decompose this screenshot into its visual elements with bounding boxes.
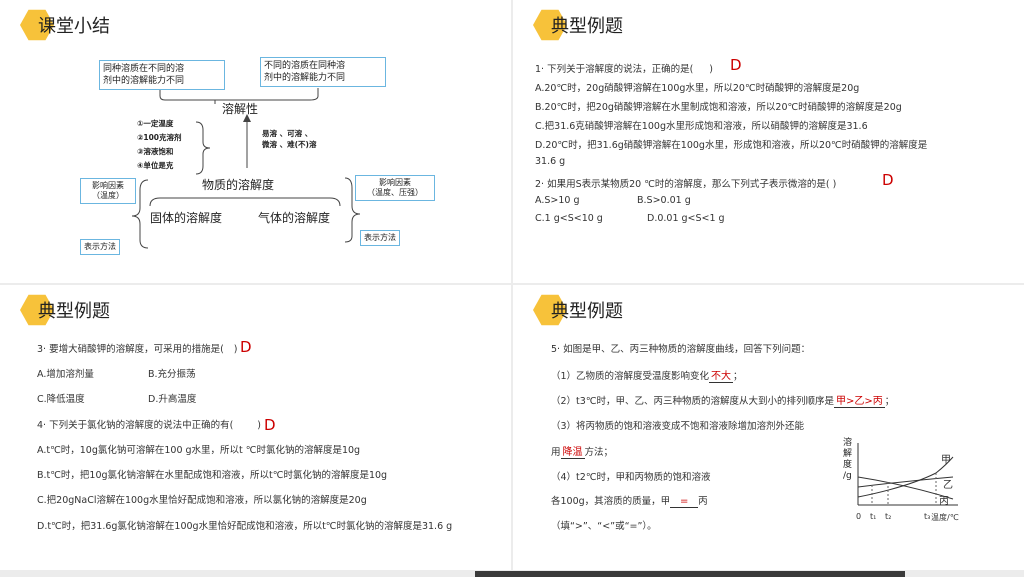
solubility-label: 溶解性 [222, 102, 259, 116]
q3-option-d: D.升高温度 [148, 394, 197, 405]
q3-option-a: A.增加溶剂量 [37, 369, 94, 380]
panel-title: 典型例题 [551, 301, 623, 322]
factor-box-gas: 影响因素 （温度、压强） [355, 175, 435, 201]
curve-label-bing: 丙 [939, 496, 949, 507]
q3-option-b: B.充分振荡 [148, 369, 196, 380]
sub-question-4-hint: （填“>”、“<”或“=”）。 [551, 521, 657, 532]
panel-title: 典型例题 [38, 301, 110, 322]
conditions-list: ①一定温度 ②100克溶剂 ③溶液饱和 ④单位是克 [137, 118, 182, 171]
q4-option-d: D.t℃时，把31.6g氯化钠溶解在100g水里恰好配成饱和溶液，所以t℃时氯化… [37, 521, 453, 532]
option-b: B.20℃时，把20g硝酸钾溶解在水里制成饱和溶液，所以20℃时硝酸钾的溶解度是… [535, 102, 902, 113]
option-d: D.20℃时，把31.6g硝酸钾溶解在100g水里，形成饱和溶液，所以20℃时硝… [535, 140, 928, 151]
substance-solubility-label: 物质的溶解度 [202, 178, 275, 192]
condition-item: ④单位是克 [137, 161, 174, 170]
solubility-levels: 易溶 、可溶 、 微溶 、难(不)溶 [262, 128, 316, 150]
q2-option-b: B.S>0.01 g [637, 195, 691, 206]
sub-question-2: （2）t3℃时，甲、乙、丙三种物质的溶解度从大到小的排列顺序是 甲>乙>丙； [551, 392, 895, 408]
condition-item: ②100克溶剂 [137, 133, 182, 142]
q2-option-d: D.0.01 g<S<1 g [647, 213, 725, 224]
text: ； [884, 396, 895, 407]
graph-y-label: 溶 解 度 /g [843, 438, 852, 482]
q2-option-c: C.1 g<S<10 g [535, 213, 603, 224]
sub-question-4-cont: 各100g，其溶质的质量，甲 = 丙 [551, 493, 708, 508]
y-label-char: 解 [843, 449, 853, 459]
text: 方法； [584, 447, 614, 458]
level-line: 易溶 、可溶 、 [262, 129, 313, 138]
answer-fill: = [670, 496, 699, 508]
factor-box-solid: 影响因素 （温度） [80, 178, 136, 204]
answer-fill: 不大 [709, 371, 734, 383]
y-label-char: /g [843, 471, 852, 481]
option-c: C.把31.6克硝酸钾溶解在100g水里形成饱和溶液，所以硝酸钾的溶解度是31.… [535, 121, 868, 132]
answer-fill: 降温 [560, 447, 585, 459]
concept-map-lines [131, 88, 361, 249]
bottom-image-strip [475, 571, 905, 577]
question-2: 2· 如果用S表示某物质20 ℃时的溶解度，那么下列式子表示微溶的是( ) [535, 179, 837, 190]
gas-solubility-label: 气体的溶解度 [258, 211, 331, 225]
example-panel-1: 典型例题 1· 下列关于溶解度的说法，正确的是() D A.20℃时，20g硝酸… [513, 0, 1024, 283]
sub-question-1: （1）乙物质的溶解度受温度影响变化 不大； [551, 367, 743, 383]
panel-title: 典型例题 [551, 16, 623, 37]
answer-mark: D [240, 338, 252, 356]
graph-t1: t₁ [870, 512, 877, 521]
question-4: 4· 下列关于氯化钠的溶解度的说法中正确的有() [37, 417, 261, 431]
q3-option-c: C.降低温度 [37, 394, 85, 405]
text: 各100g，其溶质的质量，甲 [551, 496, 671, 507]
concept-box-same-solute: 同种溶质在不同的溶 剂中的溶解能力不同 [99, 60, 225, 90]
condition-item: ③溶液饱和 [137, 147, 174, 156]
box-line: 不同的溶质在同种溶 [264, 61, 346, 71]
question-text: 4· 下列关于氯化钠的溶解度的说法中正确的有( [37, 420, 234, 431]
sub-question-3: （3）将丙物质的饱和溶液变成不饱和溶液除增加溶剂外还能 [551, 421, 805, 432]
answer-fill: 甲>乙>丙 [833, 396, 885, 408]
graph-t2: t₂ [885, 512, 892, 521]
text: 用 [551, 447, 561, 458]
sub-question-4: （4）t2℃时，甲和丙物质的饱和溶液 [551, 472, 711, 483]
question-5: 5· 如图是甲、乙、丙三种物质的溶解度曲线，回答下列问题： [551, 344, 811, 355]
concept-box-different-solute: 不同的溶质在同种溶 剂中的溶解能力不同 [260, 57, 386, 87]
q2-option-a: A.S>10 g [535, 195, 580, 206]
box-line: （温度、压强） [367, 188, 423, 197]
box-line: 影响因素 [92, 181, 124, 190]
box-line: 影响因素 [379, 178, 411, 187]
box-line: 剂中的溶解能力不同 [103, 76, 185, 86]
question-text: 1· 下列关于溶解度的说法，正确的是( [535, 64, 694, 75]
sub-question-3-cont: 用降温 方法； [551, 443, 614, 459]
q4-option-c: C.把20gNaCl溶解在100g水里恰好配成饱和溶液，所以氯化钠的溶解度是20… [37, 495, 367, 506]
box-line: 剂中的溶解能力不同 [264, 73, 346, 83]
solid-solubility-label: 固体的溶解度 [150, 211, 223, 225]
y-label-char: 度 [843, 460, 853, 470]
text: （1）乙物质的溶解度受温度影响变化 [551, 371, 710, 382]
answer-mark: D [730, 56, 742, 74]
example-panel-3: 典型例题 5· 如图是甲、乙、丙三种物质的溶解度曲线，回答下列问题： （1）乙物… [513, 285, 1024, 570]
text: 丙 [698, 496, 708, 507]
box-line: 同种溶质在不同的溶 [103, 64, 185, 74]
representation-box-right: 表示方法 [360, 230, 400, 246]
question-close: ) [257, 420, 262, 431]
q4-option-b: B.t℃时，把10g氯化钠溶解在水里配成饱和溶液，所以t℃时氯化钠的溶解度是10… [37, 470, 388, 481]
q4-option-a: A.t℃时，10g氯化钠可溶解在100 g水里，所以t ℃时氯化钠的溶解度是10… [37, 445, 361, 456]
box-line: （温度） [92, 191, 124, 200]
text: ； [733, 371, 743, 382]
question-text: 3· 要增大硝酸钾的溶解度，可采用的措施是( [37, 344, 224, 355]
representation-box-left: 表示方法 [80, 239, 120, 255]
condition-item: ①一定温度 [137, 119, 174, 128]
text: （2）t3℃时，甲、乙、丙三种物质的溶解度从大到小的排列顺序是 [551, 396, 834, 407]
question-close: ) [233, 344, 238, 355]
summary-panel: 课堂小结 同种溶质在不同的溶 剂中的溶解能力不同 不同的溶质在同种溶 剂中的溶解… [0, 0, 511, 283]
level-line: 微溶 、难(不)溶 [262, 140, 317, 149]
question-3: 3· 要增大硝酸钾的溶解度，可采用的措施是() [37, 341, 238, 355]
graph-t3: t₃ [924, 512, 931, 521]
graph-origin: 0 [856, 512, 862, 521]
answer-mark: D [264, 416, 276, 434]
graph-x-label: 温度/℃ [931, 513, 959, 522]
option-a: A.20℃时，20g硝酸钾溶解在100g水里，所以20℃时硝酸钾的溶解度是20g [535, 83, 860, 94]
option-d-cont: 31.6 g [535, 156, 566, 167]
question-close: ) [709, 64, 714, 75]
curve-label-yi: 乙 [943, 480, 953, 491]
answer-mark: D [882, 171, 894, 189]
y-label-char: 溶 [843, 438, 853, 448]
example-panel-2: 典型例题 3· 要增大硝酸钾的溶解度，可采用的措施是() D A.增加溶剂量 B… [0, 285, 511, 570]
curve-label-jia: 甲 [941, 455, 951, 466]
question-1: 1· 下列关于溶解度的说法，正确的是() [535, 61, 713, 75]
